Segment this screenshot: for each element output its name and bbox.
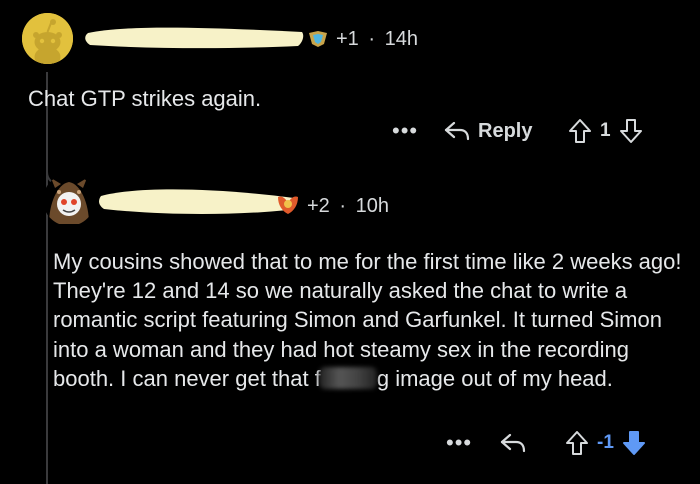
upvote-arrow-icon[interactable] — [565, 430, 589, 456]
reply-button[interactable]: Reply — [444, 117, 532, 145]
downvote-arrow-icon[interactable] — [619, 118, 643, 144]
meta-separator: · — [368, 28, 376, 50]
downvote-arrow-icon-active[interactable] — [622, 430, 646, 456]
username-redacted[interactable] — [84, 24, 306, 50]
vote-score: 1 — [600, 120, 611, 141]
flair-badge-icon — [307, 30, 329, 48]
comment-meta: +1 · 14h — [336, 28, 418, 51]
reply-arrow-icon — [444, 121, 470, 141]
upvote-count-label: +2 — [307, 195, 330, 217]
timestamp[interactable]: 10h — [356, 195, 389, 217]
comment-body: My cousins showed that to me for the fir… — [53, 247, 693, 393]
comment-body: Chat GTP strikes again. — [28, 86, 262, 111]
comment-meta: +2 · 10h — [307, 195, 389, 218]
timestamp[interactable]: 14h — [385, 28, 418, 50]
username-redacted[interactable] — [98, 186, 298, 216]
vote-score: -1 — [597, 432, 614, 453]
upvote-arrow-icon[interactable] — [568, 118, 592, 144]
comment-body-text-end: g image out of my head. — [376, 365, 613, 391]
vote-controls: 1 — [568, 117, 643, 145]
reply-button[interactable] — [500, 428, 526, 458]
snoo-costume-avatar-icon — [43, 174, 95, 226]
flair-badge-icon — [276, 193, 300, 215]
thread-line[interactable] — [46, 72, 48, 484]
upvote-count-label: +1 — [336, 28, 359, 50]
censored-word-blur — [318, 366, 377, 389]
vote-controls: -1 — [565, 428, 646, 458]
more-options-button[interactable]: ••• — [446, 430, 472, 456]
reply-arrow-icon — [500, 433, 526, 453]
reply-label: Reply — [478, 119, 533, 142]
more-options-button[interactable]: ••• — [392, 118, 418, 144]
snoo-avatar-icon — [22, 13, 73, 64]
commenter-avatar[interactable] — [22, 13, 73, 64]
meta-separator: · — [339, 195, 347, 217]
commenter-avatar[interactable] — [43, 174, 95, 226]
